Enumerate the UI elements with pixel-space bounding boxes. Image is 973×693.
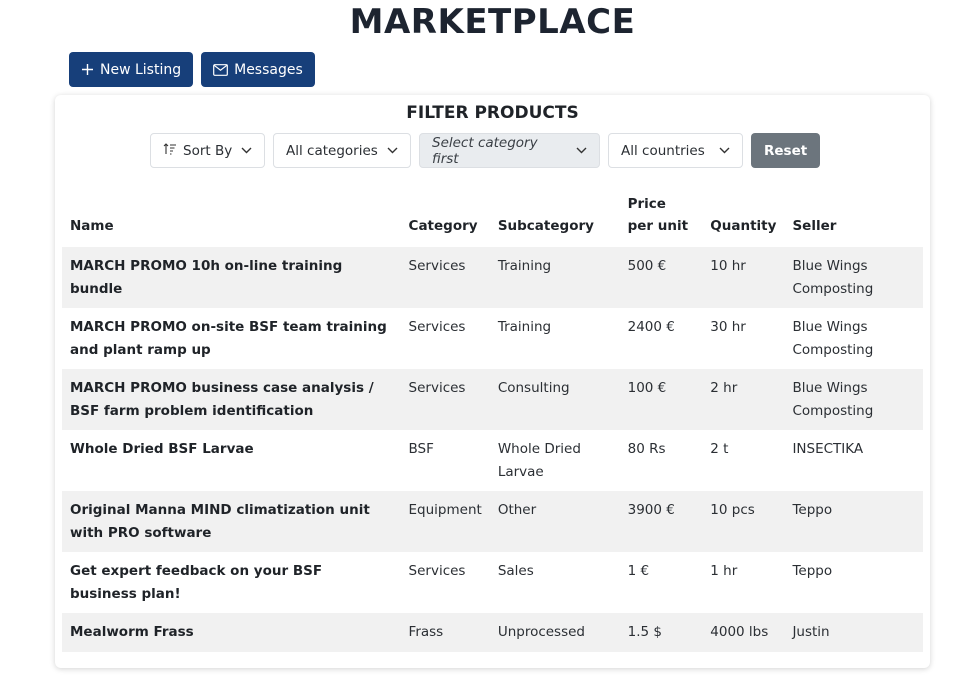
table-row[interactable]: Mealworm Frass Frass Unprocessed 1.5 $ 4… [62,613,923,652]
sort-by-content: Sort By [163,143,232,159]
product-category: Frass [408,624,444,640]
messages-label: Messages [234,61,303,78]
subcategory-select-value: Select category first [432,134,538,167]
product-category: Equipment [408,502,482,518]
product-seller: Blue Wings Composting [792,380,874,419]
header-subcategory: Subcategory [497,218,594,234]
product-quantity: 1 hr [710,563,738,579]
page-title: MARKETPLACE [349,2,636,42]
product-price: 1 € [627,563,650,579]
sort-by-select[interactable]: Sort By [150,133,265,168]
product-name[interactable]: Whole Dried BSF Larvae [62,430,401,491]
product-category: Services [408,380,466,396]
product-name[interactable]: MARCH PROMO business case analysis / BSF… [62,369,401,430]
products-table: Name Category Subcategory Price per unit… [62,187,923,652]
table-row[interactable]: MARCH PROMO on-site BSF team training an… [62,308,923,369]
product-quantity: 10 pcs [710,502,755,518]
category-select[interactable]: All categories [273,133,411,168]
header-category: Category [408,218,478,234]
subcategory-select[interactable]: Select category first [419,133,600,168]
product-seller: INSECTIKA [792,441,864,457]
product-price: 500 € [627,258,667,274]
chevron-down-icon [241,147,252,154]
product-category: BSF [408,441,434,457]
product-subcategory: Whole Dried Larvae [497,441,581,480]
chevron-down-icon [387,147,398,154]
product-quantity: 2 hr [710,380,738,396]
top-toolbar: New Listing Messages [69,52,315,87]
product-seller: Teppo [792,563,833,579]
filter-products-card: FILTER PRODUCTS Sort By All categories S… [55,95,930,668]
table-row[interactable]: MARCH PROMO business case analysis / BSF… [62,369,923,430]
table-row[interactable]: Original Manna MIND climatization unit w… [62,491,923,552]
product-quantity: 4000 lbs [710,624,769,640]
product-subcategory: Unprocessed [497,624,586,640]
product-price: 80 Rs [627,441,666,457]
header-price: Price per unit [627,196,689,234]
product-seller: Justin [792,624,830,640]
country-select[interactable]: All countries [608,133,743,168]
country-select-value: All countries [621,142,705,159]
sort-by-label: Sort By [183,142,233,159]
header-seller: Seller [792,218,837,234]
product-category: Services [408,563,466,579]
filter-bar: Sort By All categories Select category f… [150,133,821,168]
product-price: 3900 € [627,502,675,518]
product-price: 1.5 $ [627,624,662,640]
category-select-value: All categories [286,142,378,159]
table-row[interactable]: Get expert feedback on your BSF business… [62,552,923,613]
product-quantity: 10 hr [710,258,746,274]
table-row[interactable]: Whole Dried BSF Larvae BSF Whole Dried L… [62,430,923,491]
product-quantity: 30 hr [710,319,746,335]
header-name: Name [70,218,114,234]
product-name[interactable]: Mealworm Frass [62,613,401,652]
product-name[interactable]: Get expert feedback on your BSF business… [62,552,401,613]
product-category: Services [408,258,466,274]
chevron-down-icon [719,147,730,154]
product-category: Services [408,319,466,335]
product-subcategory: Training [497,319,552,335]
product-price: 2400 € [627,319,675,335]
product-quantity: 2 t [710,441,729,457]
envelope-icon [213,63,229,76]
product-subcategory: Other [497,502,537,518]
new-listing-label: New Listing [100,61,182,78]
product-price: 100 € [627,380,667,396]
product-name[interactable]: MARCH PROMO on-site BSF team training an… [62,308,401,369]
product-name[interactable]: Original Manna MIND climatization unit w… [62,491,401,552]
reset-button[interactable]: Reset [751,133,821,168]
product-name[interactable]: MARCH PROMO 10h on-line training bundle [62,247,401,308]
header-quantity: Quantity [710,218,777,234]
product-seller: Blue Wings Composting [792,258,874,297]
table-row[interactable]: MARCH PROMO 10h on-line training bundle … [62,247,923,308]
product-subcategory: Sales [497,563,534,579]
sort-icon [163,142,177,159]
product-seller: Blue Wings Composting [792,319,874,358]
product-seller: Teppo [792,502,833,518]
table-header-row: Name Category Subcategory Price per unit… [62,187,923,247]
product-subcategory: Training [497,258,552,274]
filter-title: FILTER PRODUCTS [406,103,579,123]
messages-button[interactable]: Messages [201,52,315,87]
product-subcategory: Consulting [497,380,570,396]
plus-icon [81,63,94,76]
chevron-down-icon [576,147,587,154]
new-listing-button[interactable]: New Listing [69,52,194,87]
